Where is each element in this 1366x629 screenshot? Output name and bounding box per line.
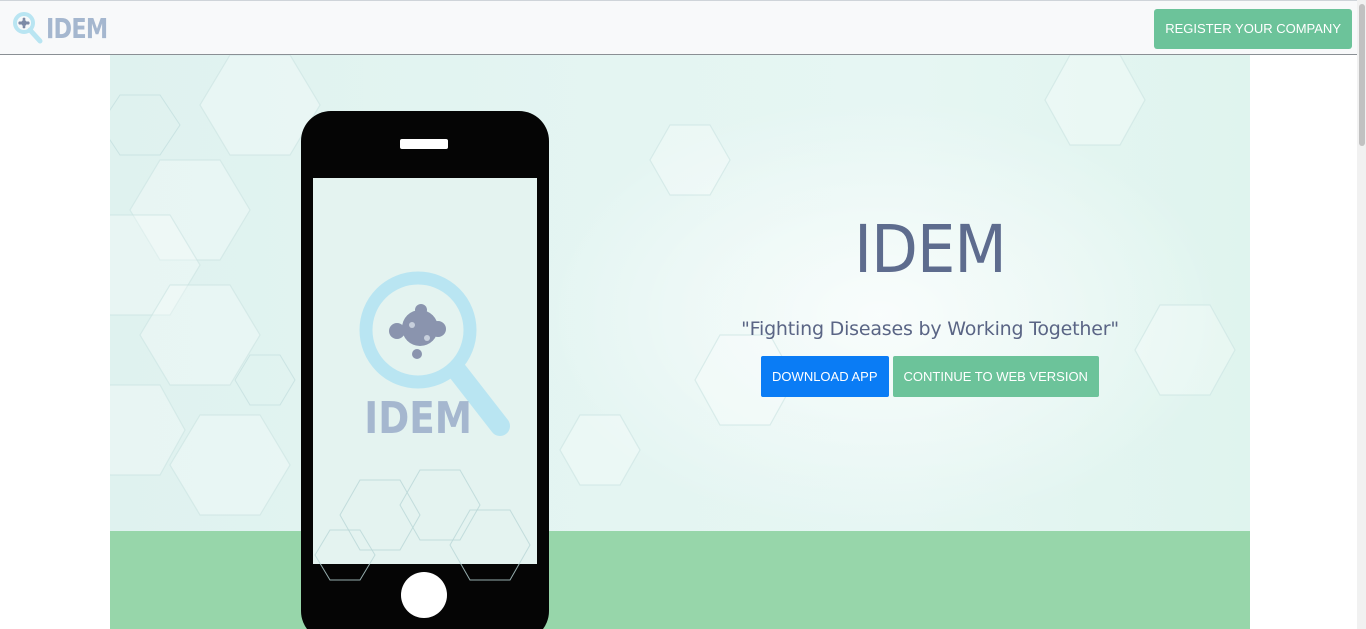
hero-buttons: DOWNLOAD APP CONTINUE TO WEB VERSION (730, 356, 1130, 397)
hero-green-band (110, 531, 1250, 629)
phone-mockup: IDEM (301, 111, 549, 629)
download-app-button[interactable]: DOWNLOAD APP (761, 356, 889, 397)
brand-logo[interactable]: IDEM (12, 11, 123, 45)
phone-logo-text: IDEM (364, 392, 472, 444)
brand-text: IDEM (46, 11, 108, 45)
register-company-button[interactable]: REGISTER YOUR COMPANY (1154, 9, 1352, 49)
hero-section: IDEM IDEM "Fighting Diseases by Working … (110, 55, 1250, 629)
scrollbar-thumb[interactable] (1359, 4, 1365, 146)
page-scrollbar[interactable] (1357, 0, 1366, 629)
web-version-button[interactable]: CONTINUE TO WEB VERSION (892, 356, 1099, 397)
magnifier-virus-icon (13, 12, 43, 44)
navbar: IDEM REGISTER YOUR COMPANY (0, 0, 1366, 55)
hero-title: IDEM (854, 211, 1007, 288)
hero-tagline: "Fighting Diseases by Working Together" (741, 318, 1119, 340)
hero-content: IDEM "Fighting Diseases by Working Toget… (730, 210, 1130, 397)
